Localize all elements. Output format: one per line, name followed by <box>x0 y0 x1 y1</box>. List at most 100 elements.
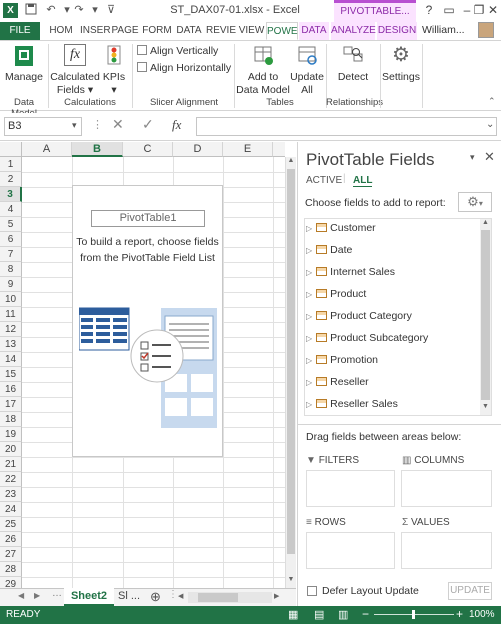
tab-formulas[interactable]: FORM <box>142 22 172 40</box>
redo-icon[interactable]: ↷ <box>72 3 86 17</box>
tab-powerpivot[interactable]: POWE <box>266 22 298 40</box>
zoom-in-button[interactable]: + <box>456 607 463 621</box>
row-header[interactable]: 11 <box>0 307 22 322</box>
normal-view-icon[interactable]: ▦ <box>288 608 298 621</box>
scroll-down-icon[interactable]: ▼ <box>286 576 296 586</box>
row-header[interactable]: 22 <box>0 472 22 487</box>
tab-page-layout[interactable]: PAGE <box>111 22 139 40</box>
scroll-right-icon[interactable]: ▶ <box>274 592 282 600</box>
tab-pivot-data[interactable]: DATA <box>299 22 329 40</box>
row-header[interactable]: 7 <box>0 247 22 262</box>
manage-button[interactable]: Manage <box>4 44 44 84</box>
name-box-dropdown-icon[interactable]: ▾ <box>72 120 77 131</box>
update-button[interactable]: UPDATE <box>448 582 492 600</box>
settings-button[interactable]: ⚙ Settings <box>382 44 420 84</box>
row-header[interactable]: 17 <box>0 397 22 412</box>
row-header[interactable]: 15 <box>0 367 22 382</box>
row-header[interactable]: 6 <box>0 232 22 247</box>
field-item[interactable]: ▷ Product Subcategory <box>306 327 476 349</box>
update-all-button[interactable]: Update All <box>290 44 324 97</box>
tab-file[interactable]: FILE <box>0 22 40 40</box>
row-header[interactable]: 26 <box>0 532 22 547</box>
align-vertically-button[interactable]: Align Vertically <box>137 44 237 59</box>
field-list-scrollbar[interactable]: ▲ ▼ <box>480 219 491 415</box>
values-drop-area[interactable] <box>401 532 492 569</box>
column-header-e[interactable]: E <box>223 142 273 157</box>
zoom-slider-thumb[interactable] <box>412 610 415 619</box>
cancel-icon[interactable]: ✕ <box>112 116 124 133</box>
expand-icon[interactable]: ▷ <box>306 290 312 299</box>
sheet-tab-other[interactable]: Sl ... <box>118 590 148 602</box>
field-item[interactable]: ▷ Reseller Sales <box>306 393 476 415</box>
column-header-d[interactable]: D <box>173 142 223 157</box>
row-header[interactable]: 9 <box>0 277 22 292</box>
pane-close-icon[interactable]: ✕ <box>484 149 495 165</box>
row-header[interactable]: 24 <box>0 502 22 517</box>
calculated-fields-button[interactable]: fx Calculated Fields ▾ <box>50 44 100 97</box>
row-header[interactable]: 4 <box>0 202 22 217</box>
prev-sheet-icon[interactable]: ◀ <box>18 591 24 600</box>
redo-dropdown-icon[interactable]: ▾ <box>88 3 102 17</box>
expand-icon[interactable]: ▷ <box>306 268 312 277</box>
field-list-settings-button[interactable]: ⚙▾ <box>458 192 492 212</box>
tab-all[interactable]: ALL <box>353 175 373 187</box>
filters-drop-area[interactable] <box>306 470 395 507</box>
tab-active[interactable]: ACTIVE <box>306 175 342 186</box>
tab-analyze[interactable]: ANALYZE <box>331 22 376 40</box>
horizontal-scrollbar[interactable] <box>188 592 272 603</box>
column-header-b[interactable]: B <box>72 142 123 157</box>
field-scroll-down-icon[interactable]: ▼ <box>480 403 491 410</box>
zoom-slider[interactable] <box>374 610 454 619</box>
column-header-a[interactable]: A <box>22 142 72 157</box>
row-header[interactable]: 16 <box>0 382 22 397</box>
enter-icon[interactable]: ✓ <box>142 116 154 133</box>
next-sheet-icon[interactable]: ▶ <box>34 591 40 600</box>
row-header[interactable]: 3 <box>0 187 22 202</box>
field-item[interactable]: ▷ Product Category <box>306 305 476 327</box>
sheet-more-icon[interactable]: … <box>52 588 62 599</box>
row-header[interactable]: 28 <box>0 562 22 577</box>
pane-options-dropdown-icon[interactable]: ▾ <box>470 152 475 163</box>
customize-toolbar-icon[interactable]: ⊽ <box>104 3 118 17</box>
align-horizontally-button[interactable]: Align Horizontally <box>137 61 237 76</box>
expand-icon[interactable]: ▷ <box>306 312 312 321</box>
field-item[interactable]: ▷ Reseller <box>306 371 476 393</box>
expand-icon[interactable]: ▷ <box>306 400 312 409</box>
expand-icon[interactable]: ▷ <box>306 224 312 233</box>
close-button[interactable]: ✕ <box>484 2 501 18</box>
add-to-data-model-button[interactable]: Add to Data Model <box>236 44 290 97</box>
row-header[interactable]: 19 <box>0 427 22 442</box>
formula-input[interactable] <box>196 117 497 136</box>
row-header[interactable]: 2 <box>0 172 22 187</box>
row-header[interactable]: 12 <box>0 322 22 337</box>
tab-view[interactable]: VIEW <box>238 22 265 40</box>
row-header[interactable]: 23 <box>0 487 22 502</box>
add-sheet-icon[interactable]: ⊕ <box>150 589 161 605</box>
column-header-f[interactable] <box>273 142 285 157</box>
name-box[interactable]: B3 <box>4 117 82 136</box>
ribbon-display-icon[interactable]: ▭ <box>440 2 458 18</box>
expand-icon[interactable]: ▷ <box>306 378 312 387</box>
field-item[interactable]: ▷ Date <box>306 239 476 261</box>
tab-design[interactable]: DESIGN <box>377 22 417 40</box>
horizontal-scroll-thumb[interactable] <box>198 593 238 602</box>
tab-data[interactable]: DATA <box>175 22 203 40</box>
column-header-c[interactable]: C <box>123 142 173 157</box>
defer-layout-checkbox[interactable] <box>307 586 317 596</box>
tab-review[interactable]: REVIE <box>205 22 237 40</box>
expand-icon[interactable]: ▷ <box>306 334 312 343</box>
help-button[interactable]: ? <box>420 2 438 18</box>
row-header[interactable]: 21 <box>0 457 22 472</box>
user-name[interactable]: William... <box>422 24 476 36</box>
scroll-left-icon[interactable]: ◀ <box>178 592 186 600</box>
zoom-level[interactable]: 100% <box>469 609 495 620</box>
field-item[interactable]: ▷ Internet Sales <box>306 261 476 283</box>
expand-icon[interactable]: ▷ <box>306 356 312 365</box>
expand-formula-icon[interactable]: ⌄ <box>486 119 494 130</box>
page-layout-view-icon[interactable]: ▤ <box>314 608 324 621</box>
vertical-scrollbar[interactable]: ▲ ▼ <box>285 157 296 588</box>
field-scroll-up-icon[interactable]: ▲ <box>480 219 491 226</box>
row-header[interactable]: 8 <box>0 262 22 277</box>
sheet-tab-sheet2[interactable]: Sheet2 <box>64 588 114 606</box>
select-all-corner[interactable] <box>0 142 22 157</box>
